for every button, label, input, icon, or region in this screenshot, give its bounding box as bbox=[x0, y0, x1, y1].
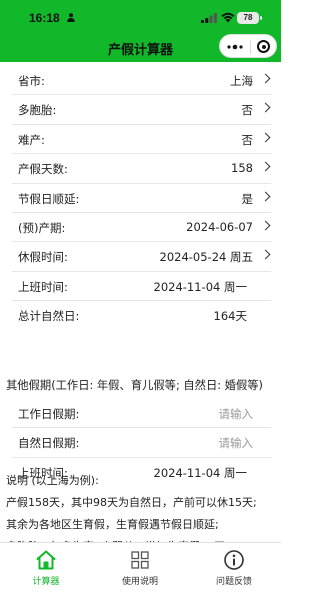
capsule-divider bbox=[250, 40, 251, 54]
tab-label: 计算器 bbox=[32, 577, 60, 587]
signal-icon bbox=[201, 13, 217, 23]
tab-feedback[interactable]: 问题反馈 bbox=[199, 549, 269, 587]
row-natural-day-leave[interactable]: 自然日假期: 请输入 bbox=[12, 428, 271, 458]
row-value: 164天 bbox=[213, 309, 247, 324]
tab-instructions[interactable]: 使用说明 bbox=[105, 549, 175, 587]
row-label: 自然日假期: bbox=[18, 436, 80, 451]
row-label: 上班时间: bbox=[18, 279, 68, 294]
row-multiple-birth[interactable]: 多胞胎: 否 bbox=[12, 95, 271, 125]
row-value: 2024-05-24 周五 bbox=[159, 250, 254, 265]
row-leave-start[interactable]: 休假时间: 2024-05-24 周五 bbox=[12, 242, 271, 272]
row-value: 是 bbox=[241, 191, 254, 206]
row-label: 工作日假期: bbox=[18, 407, 80, 421]
chevron-right-icon bbox=[260, 132, 271, 143]
row-value: 否 bbox=[241, 103, 254, 118]
row-label: 休假时间: bbox=[18, 250, 68, 265]
row-workday-leave[interactable]: 工作日假期: 请输入 bbox=[12, 399, 271, 429]
row-return-date: 上班时间: 2024-11-04 周一 bbox=[12, 272, 271, 302]
info-icon bbox=[224, 550, 244, 570]
more-dots-icon[interactable] bbox=[226, 39, 244, 55]
status-time: 16:18 bbox=[29, 11, 60, 25]
row-value: 否 bbox=[241, 132, 254, 147]
row-label: 节假日顺延: bbox=[18, 191, 80, 206]
row-label: 省市: bbox=[18, 74, 45, 88]
tab-bar: 计算器 使用说明 问题反馈 bbox=[0, 542, 281, 600]
home-icon bbox=[36, 550, 56, 570]
row-holiday-extension[interactable]: 节假日顺延: 是 bbox=[12, 184, 271, 213]
chevron-right-icon bbox=[260, 249, 271, 260]
row-label: 产假天数: bbox=[18, 162, 68, 177]
app-header: 16:18 78 产假计算器 bbox=[0, 0, 281, 62]
row-leave-days[interactable]: 产假天数: 158 bbox=[12, 154, 271, 184]
battery-icon: 78 bbox=[237, 12, 262, 24]
row-value: 上海 bbox=[230, 74, 253, 88]
chevron-right-icon bbox=[260, 73, 271, 84]
nav-bar: 产假计算器 bbox=[0, 34, 281, 62]
row-label: 难产: bbox=[18, 132, 45, 147]
row-due-date[interactable]: (预)产期: 2024-06-07 bbox=[12, 213, 271, 243]
workday-leave-input[interactable]: 请输入 bbox=[219, 406, 254, 422]
tab-label: 问题反馈 bbox=[215, 577, 252, 587]
tab-calculator[interactable]: 计算器 bbox=[11, 549, 81, 587]
description-line: 其余为各地区生育假，生育假遇节假日顺延; bbox=[6, 518, 219, 531]
wifi-icon bbox=[221, 12, 235, 23]
row-value: 158 bbox=[231, 161, 253, 176]
chevron-right-icon bbox=[260, 102, 271, 113]
target-close-icon[interactable] bbox=[257, 40, 270, 53]
description-title: 说明 (以上海为例): bbox=[6, 474, 99, 487]
chevron-right-icon bbox=[260, 220, 271, 231]
other-leave-title: 其他假期(工作日: 年假、育儿假等; 自然日: 婚假等) bbox=[6, 379, 263, 392]
row-value: 2024-11-04 周一 bbox=[153, 279, 248, 294]
description-line: 产假158天，其中98天为自然日，产前可以休15天; bbox=[6, 496, 257, 509]
mini-program-capsule bbox=[219, 34, 277, 58]
row-value: 2024-06-07 bbox=[186, 219, 253, 234]
row-label: 多胞胎: bbox=[18, 103, 57, 118]
natural-day-leave-input[interactable]: 请输入 bbox=[219, 435, 254, 451]
row-difficult-birth[interactable]: 难产: 否 bbox=[12, 125, 271, 155]
chevron-right-icon bbox=[260, 191, 271, 202]
chevron-right-icon bbox=[260, 161, 271, 172]
person-icon bbox=[67, 13, 75, 22]
tab-label: 使用说明 bbox=[121, 577, 158, 587]
status-bar: 16:18 78 bbox=[0, 0, 281, 34]
row-label: (预)产期: bbox=[18, 220, 66, 235]
row-total-days: 总计自然日: 164天 bbox=[12, 301, 271, 330]
row-province[interactable]: 省市: 上海 bbox=[12, 66, 271, 96]
grid-icon bbox=[131, 551, 149, 569]
main-form: 省市: 上海 多胞胎: 否 难产: 否 产假天数: 158 节假日顺延: 是 (… bbox=[0, 66, 281, 331]
row-label: 总计自然日: bbox=[18, 309, 80, 324]
